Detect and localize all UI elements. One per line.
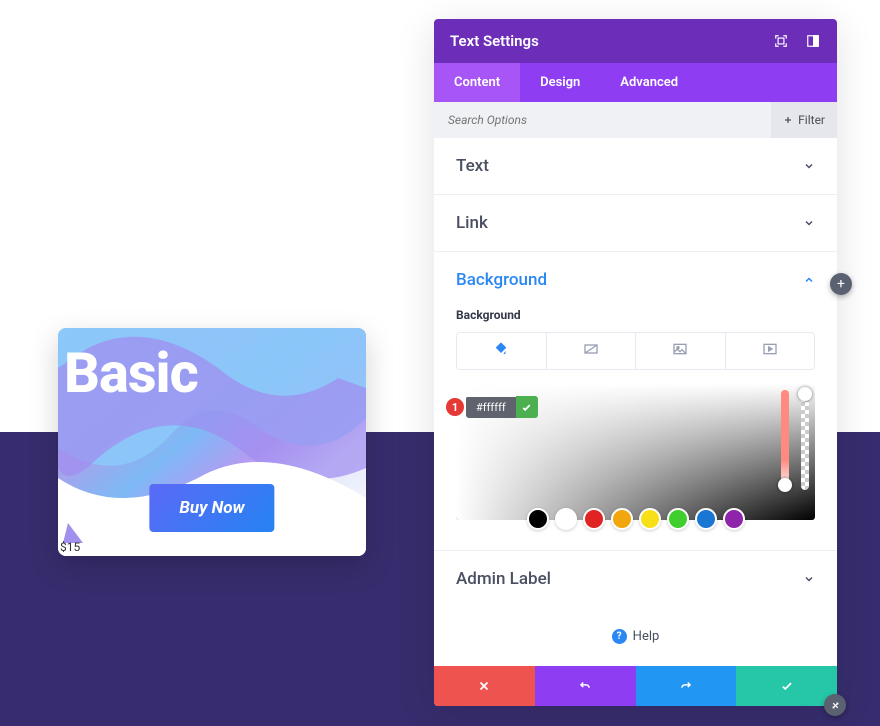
swatch-orange[interactable]: [611, 508, 633, 530]
bg-type-video[interactable]: [726, 333, 815, 369]
section-link-head[interactable]: Link: [434, 195, 837, 251]
background-type-tabs: [456, 332, 815, 370]
filter-button[interactable]: Filter: [771, 102, 837, 138]
help-icon: ?: [612, 629, 627, 644]
help-link[interactable]: ? Help: [434, 607, 837, 666]
color-swatches: [456, 508, 815, 530]
alpha-knob[interactable]: [798, 387, 812, 401]
swatch-red[interactable]: [583, 508, 605, 530]
undo-button[interactable]: [535, 666, 636, 706]
section-background: Background Background 1: [434, 252, 837, 551]
card-title: Basic: [64, 340, 198, 406]
add-module-fab[interactable]: +: [830, 273, 852, 295]
video-icon: [762, 341, 778, 361]
section-admin-head[interactable]: Admin Label: [434, 551, 837, 607]
settings-panel: Text Settings Content Design Advanced Fi…: [434, 19, 837, 706]
chevron-down-icon: [803, 157, 815, 176]
color-picker: 1 #ffffff: [456, 384, 815, 530]
image-icon: [672, 341, 688, 361]
section-admin-label: Admin Label: [434, 551, 837, 607]
redo-button[interactable]: [636, 666, 737, 706]
annotation-badge: 1: [446, 398, 464, 416]
snap-icon[interactable]: [805, 33, 821, 49]
expand-icon[interactable]: [773, 33, 789, 49]
tab-advanced[interactable]: Advanced: [600, 63, 698, 102]
preview-card: Basic Buy Now: [58, 328, 366, 556]
swatch-purple[interactable]: [723, 508, 745, 530]
panel-actions: [434, 666, 837, 706]
background-label: Background: [456, 308, 815, 322]
swatch-yellow[interactable]: [639, 508, 661, 530]
confirm-button[interactable]: [736, 666, 837, 706]
panel-title: Text Settings: [450, 32, 539, 50]
bg-type-color[interactable]: [457, 333, 547, 369]
search-input[interactable]: [434, 113, 771, 127]
chevron-down-icon: [803, 214, 815, 233]
section-link: Link: [434, 195, 837, 252]
paint-bucket-icon: [493, 341, 509, 361]
search-row: Filter: [434, 102, 837, 138]
price-text: $15: [60, 540, 80, 554]
buy-now-button[interactable]: Buy Now: [149, 484, 274, 532]
panel-header[interactable]: Text Settings: [434, 19, 837, 63]
resize-handle[interactable]: [824, 694, 846, 716]
hue-knob[interactable]: [778, 478, 792, 492]
alpha-slider[interactable]: [801, 390, 809, 490]
section-text-head[interactable]: Text: [434, 138, 837, 194]
hex-input-pill: #ffffff: [466, 396, 538, 418]
bg-type-gradient[interactable]: [547, 333, 637, 369]
swatch-green[interactable]: [667, 508, 689, 530]
chevron-up-icon: [803, 271, 815, 290]
tabs: Content Design Advanced: [434, 63, 837, 102]
chevron-down-icon: [803, 570, 815, 589]
hex-value[interactable]: #ffffff: [466, 397, 516, 418]
swatch-blue[interactable]: [695, 508, 717, 530]
bg-type-image[interactable]: [636, 333, 726, 369]
swatch-black[interactable]: [527, 508, 549, 530]
gradient-icon: [583, 341, 599, 361]
filter-label: Filter: [798, 113, 825, 127]
hue-slider[interactable]: [781, 390, 789, 490]
tab-content[interactable]: Content: [434, 63, 520, 102]
section-text: Text: [434, 138, 837, 195]
cancel-button[interactable]: [434, 666, 535, 706]
swatch-white[interactable]: [555, 508, 577, 530]
hex-confirm-button[interactable]: [516, 396, 538, 418]
tab-design[interactable]: Design: [520, 63, 600, 102]
section-background-head[interactable]: Background: [434, 252, 837, 308]
